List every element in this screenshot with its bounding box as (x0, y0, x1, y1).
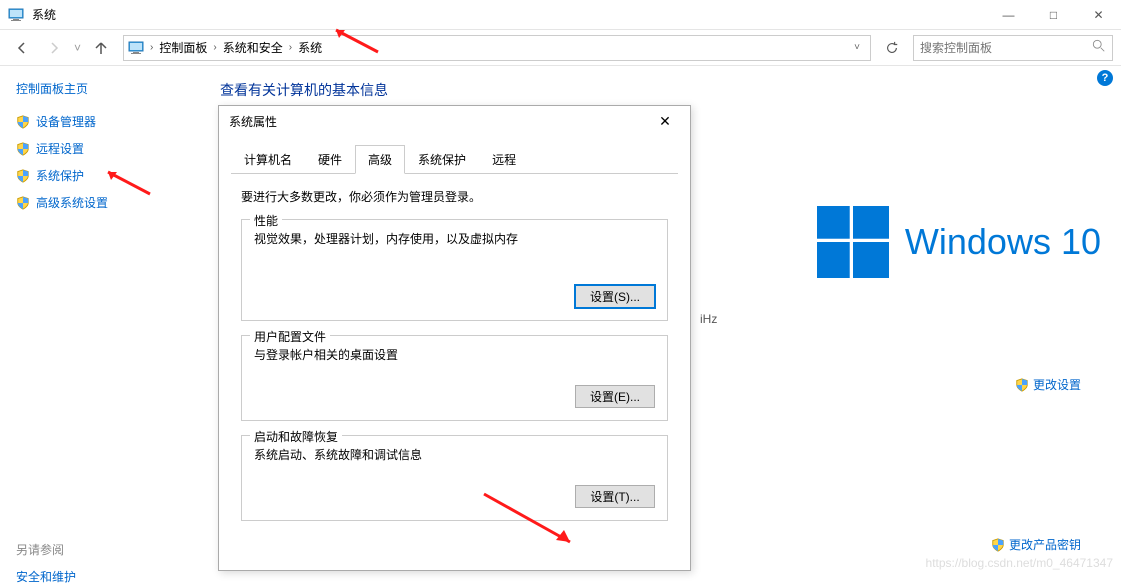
tab-system-protection[interactable]: 系统保护 (405, 145, 479, 174)
refresh-button[interactable] (879, 35, 905, 61)
shield-icon (16, 115, 30, 129)
dialog-title: 系统属性 (229, 113, 277, 130)
shield-icon (991, 538, 1005, 552)
shield-icon (1015, 378, 1029, 392)
startup-recovery-settings-button[interactable]: 设置(T)... (575, 485, 655, 508)
maximize-button[interactable]: □ (1031, 0, 1076, 30)
window-title: 系统 (32, 6, 56, 23)
chevron-right-icon: › (211, 42, 218, 53)
control-panel-home-link[interactable]: 控制面板主页 (16, 80, 184, 97)
startup-recovery-desc: 系统启动、系统故障和调试信息 (254, 446, 655, 463)
page-heading: 查看有关计算机的基本信息 (220, 80, 1101, 100)
user-profiles-legend: 用户配置文件 (250, 328, 330, 345)
computer-icon (128, 40, 144, 56)
security-maintenance-link[interactable]: 安全和维护 (16, 570, 76, 584)
windows-brand-text: Windows 10 (905, 221, 1101, 263)
up-button[interactable] (87, 34, 115, 62)
dialog-close-button[interactable]: ✕ (650, 106, 680, 136)
user-profiles-settings-button[interactable]: 设置(E)... (575, 385, 655, 408)
sidebar-item-system-protection[interactable]: 系统保护 (16, 167, 184, 184)
sidebar-item-device-manager[interactable]: 设备管理器 (16, 113, 184, 130)
sidebar-item-label: 高级系统设置 (36, 194, 108, 211)
shield-icon (16, 142, 30, 156)
search-input[interactable] (920, 41, 1092, 55)
breadcrumb-item[interactable]: 系统和安全 (219, 39, 287, 56)
admin-note: 要进行大多数更改，你必须作为管理员登录。 (241, 188, 668, 205)
tab-remote[interactable]: 远程 (479, 145, 529, 174)
dialog-tabs: 计算机名 硬件 高级 系统保护 远程 (231, 144, 678, 174)
breadcrumb-item[interactable]: 系统 (294, 39, 326, 56)
back-button[interactable] (8, 34, 36, 62)
dialog-titlebar: 系统属性 ✕ (219, 106, 690, 136)
chevron-right-icon: › (148, 42, 155, 53)
startup-recovery-fieldset: 启动和故障恢复 系统启动、系统故障和调试信息 设置(T)... (241, 435, 668, 521)
performance-fieldset: 性能 视觉效果，处理器计划，内存使用，以及虚拟内存 设置(S)... (241, 219, 668, 321)
minimize-button[interactable]: — (986, 0, 1031, 30)
history-dropdown[interactable]: ˅ (74, 41, 81, 55)
performance-legend: 性能 (250, 212, 282, 229)
sidebar: 控制面板主页 设备管理器 远程设置 系统保护 高级系统设置 另请参阅 安全和维护 (0, 66, 200, 576)
address-bar[interactable]: › 控制面板 › 系统和安全 › 系统 ˅ (123, 35, 871, 61)
close-button[interactable]: ✕ (1076, 0, 1121, 30)
watermark: https://blog.csdn.net/m0_46471347 (926, 556, 1113, 570)
shield-icon (16, 196, 30, 210)
tab-computer-name[interactable]: 计算机名 (231, 145, 305, 174)
sidebar-item-label: 设备管理器 (36, 113, 96, 130)
sidebar-item-advanced-system-settings[interactable]: 高级系统设置 (16, 194, 184, 211)
change-settings-link[interactable]: 更改设置 (1015, 376, 1081, 393)
windows-brand: Windows 10 (817, 206, 1101, 278)
also-reference-label: 另请参阅 (16, 541, 184, 558)
tab-advanced[interactable]: 高级 (355, 145, 405, 174)
sidebar-item-label: 系统保护 (36, 167, 84, 184)
chevron-right-icon: › (287, 42, 294, 53)
windows-logo-icon (817, 206, 889, 278)
navigation-bar: ˅ › 控制面板 › 系统和安全 › 系统 ˅ (0, 30, 1121, 66)
change-product-key-link[interactable]: 更改产品密钥 (991, 536, 1081, 553)
window-titlebar: 系统 — □ ✕ (0, 0, 1121, 30)
search-box[interactable] (913, 35, 1113, 61)
search-icon (1092, 39, 1106, 56)
performance-desc: 视觉效果，处理器计划，内存使用，以及虚拟内存 (254, 230, 655, 247)
user-profiles-desc: 与登录帐户相关的桌面设置 (254, 346, 655, 363)
cpu-ghz-snippet: iHz (700, 312, 717, 326)
sidebar-item-label: 远程设置 (36, 140, 84, 157)
performance-settings-button[interactable]: 设置(S)... (575, 285, 655, 308)
sidebar-item-remote-settings[interactable]: 远程设置 (16, 140, 184, 157)
breadcrumb-item[interactable]: 控制面板 (155, 39, 211, 56)
system-properties-dialog: 系统属性 ✕ 计算机名 硬件 高级 系统保护 远程 要进行大多数更改，你必须作为… (218, 105, 691, 571)
tab-hardware[interactable]: 硬件 (305, 145, 355, 174)
system-icon (8, 7, 24, 23)
shield-icon (16, 169, 30, 183)
address-dropdown[interactable]: ˅ (848, 42, 866, 53)
startup-recovery-legend: 启动和故障恢复 (250, 428, 342, 445)
forward-button[interactable] (40, 34, 68, 62)
user-profiles-fieldset: 用户配置文件 与登录帐户相关的桌面设置 设置(E)... (241, 335, 668, 421)
